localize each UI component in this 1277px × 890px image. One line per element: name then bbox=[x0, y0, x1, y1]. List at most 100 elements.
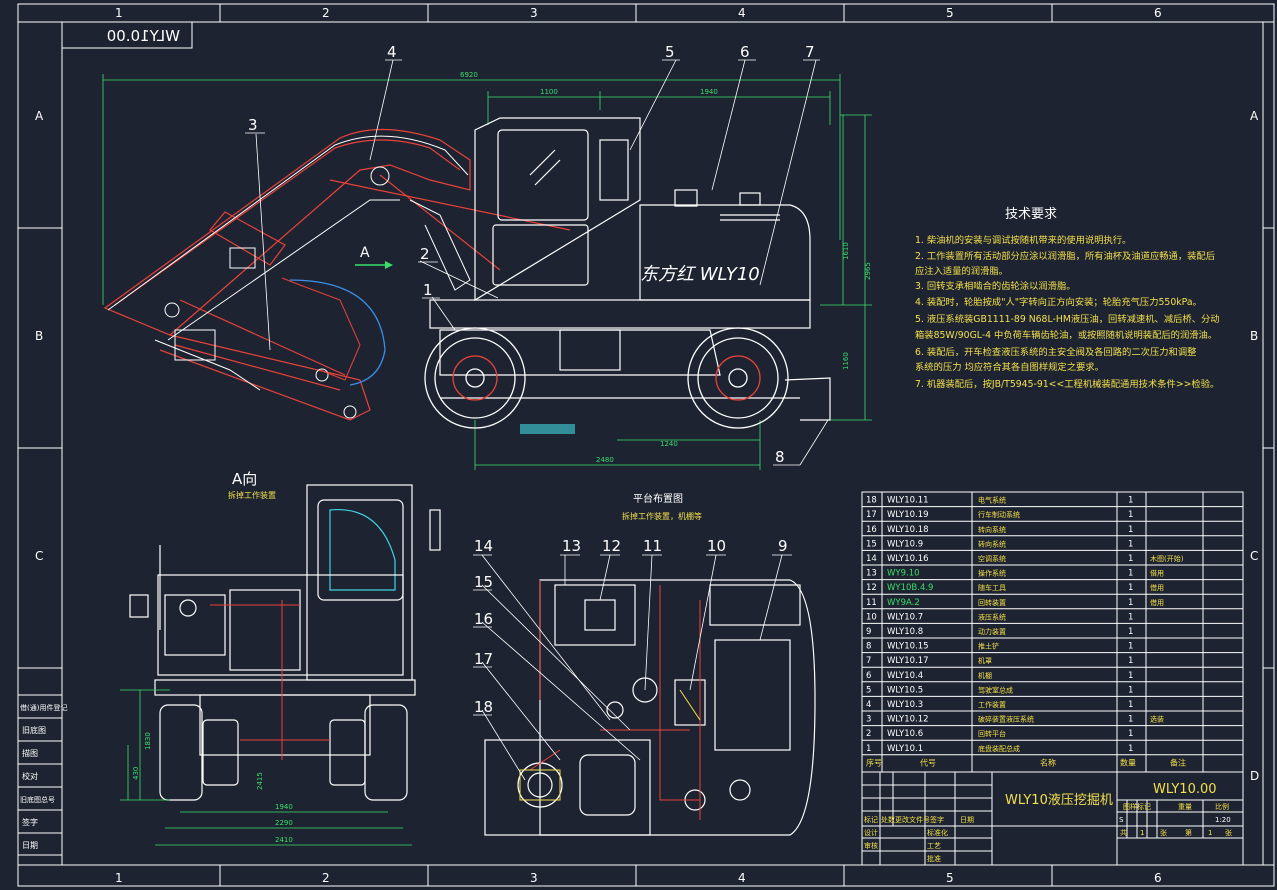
bom-no: 1 bbox=[866, 744, 871, 754]
bom-note: 木图(开始) bbox=[1150, 554, 1184, 563]
bom-code: WLY10.12 bbox=[887, 715, 929, 725]
view-arrow-label: A bbox=[360, 245, 370, 261]
bom-no: 14 bbox=[866, 554, 877, 564]
bom-note: 借用 bbox=[1150, 598, 1164, 607]
bom-qty: 1 bbox=[1128, 671, 1133, 681]
stamp-label: 旧底图总号 bbox=[20, 795, 55, 804]
bom-header-qty: 数量 bbox=[1120, 757, 1136, 767]
bom-qty: 1 bbox=[1128, 627, 1133, 637]
bom-code: WLY10.15 bbox=[887, 642, 929, 652]
col-label: 4 bbox=[738, 871, 746, 885]
bom-qty: 1 bbox=[1128, 539, 1133, 549]
front-wheel bbox=[687, 327, 789, 429]
plan-callout-leaders bbox=[473, 554, 792, 781]
bom-name: 操作系统 bbox=[978, 569, 1006, 578]
plan-callout-16: 16 bbox=[474, 610, 493, 628]
dim-wheelbase-half: 1240 bbox=[660, 440, 678, 448]
bom-qty: 1 bbox=[1128, 700, 1133, 710]
tb-rev-label: 签字 bbox=[930, 815, 944, 824]
tech-item: 4. 装配时，轮胎按成"人"字转向正方向安装；轮胎充气压力550kPa。 bbox=[915, 296, 1202, 308]
tb-rev-label: 更改文件号 bbox=[895, 815, 930, 824]
dim-height-lower: 1160 bbox=[842, 352, 850, 370]
bom-name: 回转装置 bbox=[978, 598, 1006, 607]
stamp-label: 描图 bbox=[22, 748, 38, 758]
bom-name: 机罩 bbox=[978, 656, 992, 665]
row-label: B bbox=[1250, 329, 1258, 343]
bom-code: WLY10.19 bbox=[887, 510, 929, 520]
bom-qty: 1 bbox=[1128, 715, 1133, 725]
bom-no: 15 bbox=[866, 539, 877, 549]
dim-front-height: 1830 bbox=[144, 732, 152, 750]
ground-pad bbox=[520, 424, 575, 434]
tb-rev-label: 处数 bbox=[881, 815, 895, 824]
bom-name: 推土铲 bbox=[978, 642, 999, 651]
tech-item: 6. 装配后，开车检查液压系统的主安全阀及各回路的二次压力和调整 bbox=[915, 346, 1196, 358]
dim-front-track: 1940 bbox=[275, 803, 293, 811]
callout-3: 3 bbox=[248, 116, 258, 134]
col-label: 2 bbox=[322, 871, 330, 885]
tb-sign-label: 设计 bbox=[864, 828, 878, 837]
column-index: 1 2 3 4 5 6 1 2 3 4 5 6 A B C A B C D bbox=[35, 6, 1259, 885]
row-label: B bbox=[35, 329, 43, 343]
bom-name: 破碎装置液压系统 bbox=[978, 715, 1034, 724]
left-stamp-table: 借(通)用件登记 旧底图 描图 校对 旧底图总号 签字 日期 bbox=[17, 694, 67, 856]
bom-code: WLY10.16 bbox=[887, 554, 929, 564]
tb-rev-label: 日期 bbox=[960, 816, 974, 824]
bom-no: 8 bbox=[866, 642, 871, 652]
col-label: 3 bbox=[530, 871, 538, 885]
tb-sign-label: 工艺 bbox=[927, 842, 941, 850]
dim-wheelbase: 2480 bbox=[596, 456, 614, 464]
bom-qty: 1 bbox=[1128, 525, 1133, 535]
boom-arm bbox=[103, 128, 571, 421]
bom-qty: 1 bbox=[1128, 642, 1133, 652]
technical-requirements: 技术要求 1. 柴油机的安装与调试按随机带来的使用说明执行。 2. 工作装置所有… bbox=[915, 207, 1220, 390]
callout-6: 6 bbox=[740, 43, 750, 61]
bom-name: 随车工具 bbox=[978, 583, 1006, 592]
bom-no: 2 bbox=[866, 729, 871, 739]
tech-item: 1. 柴油机的安装与调试按随机带来的使用说明执行。 bbox=[915, 234, 1131, 246]
brand-text: 东方红 WLY10 bbox=[640, 264, 760, 285]
bom-code: WY9.10 bbox=[887, 569, 920, 579]
bom-no: 4 bbox=[866, 700, 871, 710]
bom-no: 11 bbox=[866, 598, 877, 608]
dim-height-total: 2965 bbox=[864, 262, 872, 280]
side-view: 6920 1100 1940 1610 2965 1160 1240 2480 bbox=[102, 43, 872, 470]
bom-qty: 1 bbox=[1128, 612, 1133, 622]
bom-no: 13 bbox=[866, 569, 877, 579]
tb-sheet: 1 bbox=[1140, 829, 1144, 837]
frame-ticks bbox=[18, 4, 1274, 886]
tb-sign-label: 审核 bbox=[864, 841, 878, 850]
tb-sheet: 张 bbox=[1160, 828, 1167, 837]
stamp-label: 借(通)用件登记 bbox=[20, 703, 67, 712]
stamp-label: 校对 bbox=[22, 771, 38, 781]
tb-mini-label: 比例 bbox=[1215, 802, 1229, 811]
tech-item: 5. 液压系统装GB1111-89 N68L-HM液压油，回转减速机、减后桥、分… bbox=[915, 313, 1220, 325]
row-label: D bbox=[1250, 769, 1259, 783]
bom-qty: 1 bbox=[1128, 744, 1133, 754]
mirrored-drawing-number: WLY10.00 bbox=[61, 21, 193, 49]
plan-callout-18: 18 bbox=[474, 698, 493, 716]
tech-item: 2. 工作装置所有活动部分应涂以润滑脂，所有油杯及油道应畅通，装配后 bbox=[915, 250, 1215, 262]
bom-code: WLY10.8 bbox=[887, 627, 923, 637]
bom-note: 借用 bbox=[1150, 569, 1164, 578]
bom-no: 18 bbox=[866, 496, 877, 506]
tb-stage: S bbox=[1119, 816, 1124, 824]
tb-sign-label: 标准化 bbox=[927, 828, 948, 837]
bom-no: 3 bbox=[866, 715, 871, 725]
bom-qty: 1 bbox=[1128, 510, 1133, 520]
bom-qty: 1 bbox=[1128, 598, 1133, 608]
bom-name: 电气系统 bbox=[978, 496, 1006, 505]
stamp-label: 签字 bbox=[22, 817, 38, 827]
bom-no: 10 bbox=[866, 612, 877, 622]
tb-mini-label: 重量 bbox=[1178, 803, 1192, 811]
bom-no: 16 bbox=[866, 525, 877, 535]
bom-code: WLY10.5 bbox=[887, 685, 923, 695]
bom-note: 选装 bbox=[1150, 715, 1164, 724]
col-label: 1 bbox=[115, 871, 123, 885]
tb-sign-label: 批准 bbox=[927, 854, 941, 863]
plan-view: 平台布置图 拆掉工作装置，机棚等 14 13 12 11 10 9 15 16 … bbox=[473, 492, 816, 836]
plan-callout-9: 9 bbox=[778, 537, 788, 555]
view-a-title: A向 bbox=[232, 470, 257, 488]
bom-note: 借用 bbox=[1150, 583, 1164, 592]
callout-8: 8 bbox=[775, 448, 785, 466]
